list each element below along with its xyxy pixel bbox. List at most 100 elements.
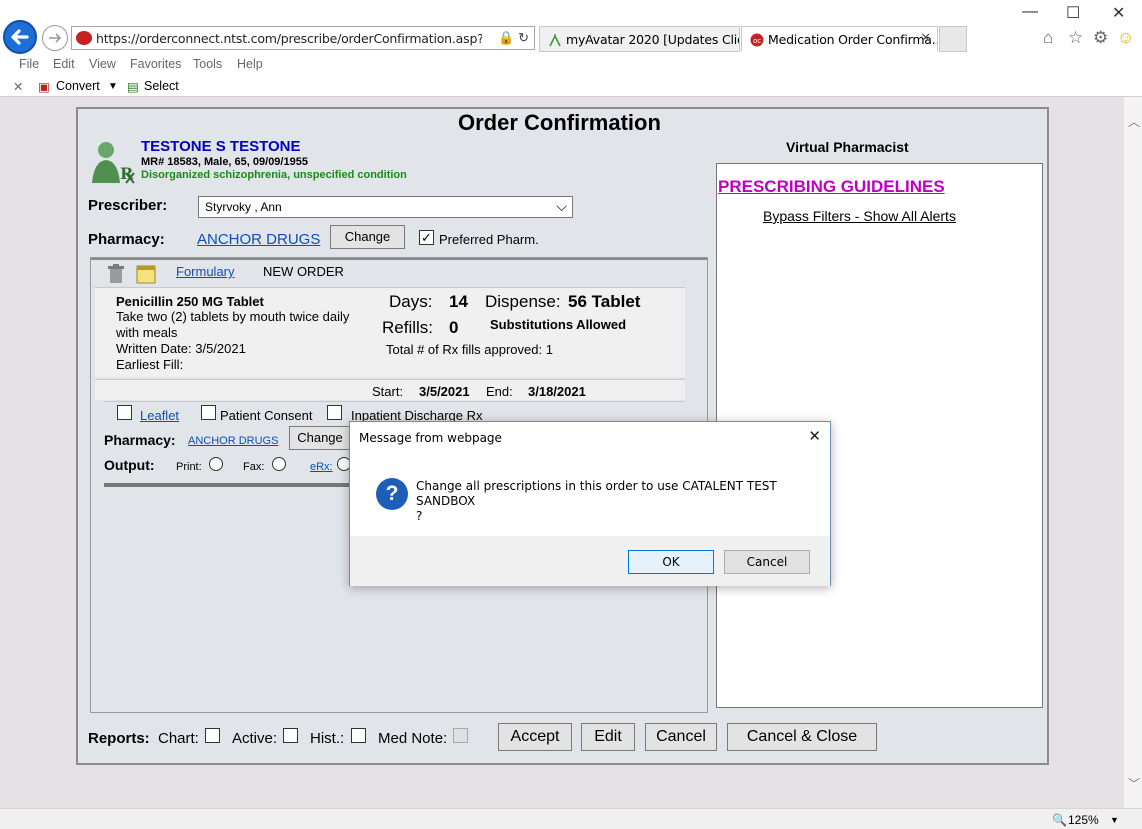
menu-view[interactable]: View: [89, 57, 116, 71]
svg-text:oc: oc: [753, 37, 761, 45]
arrow-right-icon: [49, 33, 62, 43]
fax-radio[interactable]: [272, 457, 286, 471]
fax-label: Fax:: [243, 461, 265, 473]
prescribing-guidelines-link[interactable]: PRESCRIBING GUIDELINES: [718, 177, 945, 197]
menu-edit[interactable]: Edit: [53, 57, 75, 71]
divider: [95, 287, 685, 288]
trash-icon[interactable]: [107, 264, 125, 284]
dialog-message-line2: ?: [416, 509, 423, 523]
minimize-button[interactable]: —: [1022, 3, 1038, 21]
favorites-star-icon[interactable]: ☆: [1068, 28, 1083, 48]
prescriber-value: Styrvoky , Ann: [205, 200, 282, 214]
vertical-scrollbar[interactable]: ︿ ﹀: [1124, 97, 1142, 808]
sig-line-1: Take two (2) tablets by mouth twice dail…: [116, 309, 350, 324]
refills-value: 0: [449, 318, 459, 337]
dialog-close-icon[interactable]: ✕: [808, 427, 821, 445]
question-icon: ?: [376, 478, 408, 510]
maximize-button[interactable]: ☐: [1066, 3, 1080, 23]
leaflet-checkbox[interactable]: [117, 405, 132, 420]
url-text[interactable]: https://orderconnect.ntst.com/prescribe/…: [96, 31, 482, 46]
patient-name: TESTONE S TESTONE: [141, 138, 301, 155]
menu-bar: File Edit View Favorites Tools Help: [0, 54, 1142, 76]
address-bar[interactable]: https://orderconnect.ntst.com/prescribe/…: [71, 26, 535, 50]
substitutions: Substitutions Allowed: [490, 317, 627, 332]
med-note-label: Med Note:: [378, 730, 448, 747]
forward-button[interactable]: [42, 25, 68, 51]
hist-checkbox[interactable]: [351, 728, 366, 743]
accept-button[interactable]: Accept: [498, 723, 572, 751]
medication-tab-icon: oc: [750, 33, 764, 47]
edit-button[interactable]: Edit: [581, 723, 635, 751]
print-radio[interactable]: [209, 457, 223, 471]
dispense-value: 56 Tablet: [568, 292, 641, 311]
scroll-up-icon[interactable]: ︿: [1128, 113, 1140, 130]
notepad-icon[interactable]: [135, 263, 157, 285]
tab-close-icon[interactable]: ✕: [920, 31, 931, 46]
menu-help[interactable]: Help: [237, 57, 263, 71]
inpatient-discharge-checkbox[interactable]: [327, 405, 342, 420]
dialog-cancel-button[interactable]: Cancel: [724, 550, 810, 574]
patient-diagnosis: Disorganized schizophrenia, unspecified …: [141, 169, 407, 181]
command-bar: ✕ ▣ Convert ▼ ▤ Select: [0, 76, 1142, 97]
menu-tools[interactable]: Tools: [193, 57, 222, 71]
dispense-label: Dispense:: [485, 292, 561, 311]
lock-refresh-icons[interactable]: 🔒 ↻: [498, 30, 529, 46]
sig-line-2: with meals: [116, 325, 178, 340]
convert-button[interactable]: Convert: [56, 79, 100, 93]
rx-change-pharmacy-button[interactable]: Change: [289, 426, 351, 450]
dialog-footer: OK Cancel: [350, 536, 830, 586]
written-date: Written Date: 3/5/2021: [116, 341, 246, 356]
start-date: 3/5/2021: [419, 384, 470, 399]
chevron-down-icon: ⌵: [556, 198, 567, 214]
pharmacy-label: Pharmacy:: [88, 231, 165, 248]
new-tab-button[interactable]: [939, 26, 967, 52]
tab-label: Medication Order Confirma...: [768, 32, 938, 47]
rx-pharmacy-label: Pharmacy:: [104, 432, 176, 448]
erx-link[interactable]: eRx:: [310, 461, 333, 473]
active-checkbox[interactable]: [283, 728, 298, 743]
settings-gear-icon[interactable]: ⚙: [1093, 28, 1108, 48]
close-toolbar-icon[interactable]: ✕: [13, 79, 23, 94]
rx-pharmacy-link[interactable]: ANCHOR DRUGS: [188, 435, 278, 447]
days-label: Days:: [389, 292, 433, 311]
bypass-filters-link[interactable]: Bypass Filters - Show All Alerts: [763, 208, 956, 224]
tab-medication-order[interactable]: oc Medication Order Confirma... ✕: [741, 26, 938, 52]
chart-checkbox[interactable]: [205, 728, 220, 743]
change-pharmacy-button[interactable]: Change: [330, 225, 405, 249]
tab-myavatar[interactable]: myAvatar 2020 [Updates Client...: [539, 26, 740, 52]
leaflet-link[interactable]: Leaflet: [140, 408, 179, 423]
dialog-ok-button[interactable]: OK: [628, 550, 714, 574]
divider: [95, 379, 685, 380]
status-bar: 🔍 125% ▼: [0, 808, 1142, 829]
back-button[interactable]: [3, 20, 37, 54]
page-title: Order Confirmation: [458, 110, 661, 135]
pharmacy-link[interactable]: ANCHOR DRUGS: [197, 231, 320, 248]
browser-toolbar: https://orderconnect.ntst.com/prescribe/…: [0, 0, 1142, 54]
virtual-pharmacist-title: Virtual Pharmacist: [786, 139, 909, 155]
preferred-pharm-label: Preferred Pharm.: [439, 232, 539, 247]
med-note-checkbox[interactable]: [453, 728, 468, 743]
hist-label: Hist.:: [310, 730, 345, 747]
refills-label: Refills:: [382, 318, 434, 337]
menu-favorites[interactable]: Favorites: [130, 57, 181, 71]
convert-dropdown-icon[interactable]: ▼: [108, 81, 118, 92]
select-button[interactable]: Select: [144, 79, 179, 93]
patient-consent-checkbox[interactable]: [201, 405, 216, 420]
cancel-button[interactable]: Cancel: [645, 723, 717, 751]
convert-pdf-icon: ▣: [38, 80, 50, 94]
formulary-link[interactable]: Formulary: [176, 264, 235, 279]
end-date: 3/18/2021: [528, 384, 586, 399]
cancel-close-button[interactable]: Cancel & Close: [727, 723, 877, 751]
site-favicon-icon: [76, 31, 92, 45]
feedback-smiley-icon[interactable]: ☺: [1117, 28, 1134, 48]
patient-info: MR# 18583, Male, 65, 09/09/1955: [141, 156, 308, 168]
scroll-down-icon[interactable]: ﹀: [1128, 775, 1140, 792]
close-window-button[interactable]: ✕: [1112, 3, 1125, 23]
zoom-level[interactable]: 125%: [1068, 813, 1099, 827]
zoom-dropdown-icon[interactable]: ▼: [1110, 815, 1119, 825]
divider: [104, 401, 684, 402]
preferred-pharm-checkbox[interactable]: ✓: [419, 230, 434, 245]
menu-file[interactable]: File: [19, 57, 39, 71]
home-icon[interactable]: ⌂: [1043, 28, 1053, 48]
prescriber-select[interactable]: Styrvoky , Ann ⌵: [198, 196, 573, 218]
